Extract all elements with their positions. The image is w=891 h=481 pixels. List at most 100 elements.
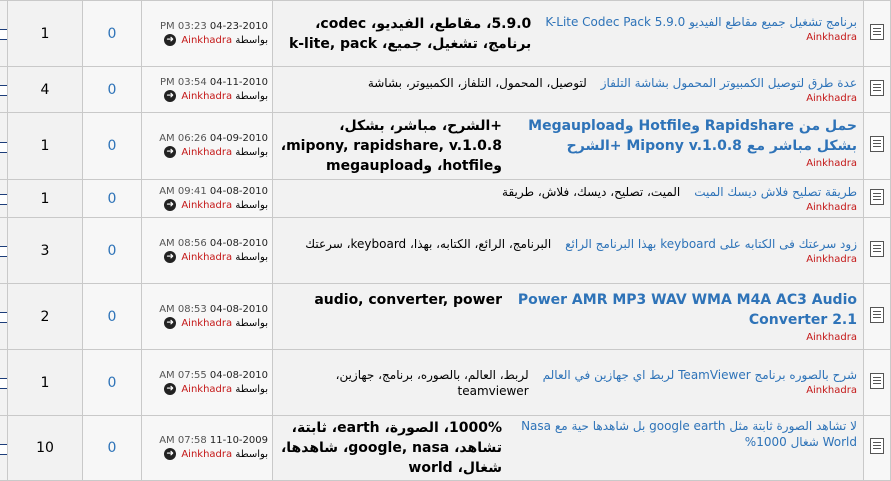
thread-icon-cell — [863, 217, 891, 284]
select-cell — [0, 349, 8, 416]
last-post-user-link[interactable]: Ainkhadra — [181, 318, 232, 329]
thread-select-checkbox[interactable] — [0, 312, 7, 323]
last-post-author: بواسطة Ainkhadra ➜ — [146, 382, 268, 397]
last-post-user-link[interactable]: Ainkhadra — [181, 384, 232, 395]
thread-title-link[interactable]: برنامج تشغيل جميع مقاطع الفيديو K-Lite C… — [545, 14, 857, 30]
views-count: 1 — [7, 179, 83, 218]
last-post-datetime: 04-08-2010 AM 08:56 — [159, 237, 268, 249]
last-post-user-link[interactable]: Ainkhadra — [181, 35, 232, 46]
document-icon — [870, 79, 884, 96]
thread-author[interactable]: Ainkhadra — [565, 253, 857, 266]
thread-row: 2 0 04-08-2010 AM 08:53 بواسطة Ainkhadra… — [0, 283, 891, 350]
last-post-datetime: 04-08-2010 AM 07:55 — [159, 369, 268, 381]
last-post-datetime: 04-09-2010 AM 06:26 — [159, 133, 268, 144]
thread-title-link[interactable]: شرح بالصوره برنامج TeamViewer لربط اي جه… — [543, 367, 857, 383]
thread-author[interactable]: Ainkhadra — [694, 201, 857, 214]
thread-select-checkbox[interactable] — [0, 246, 7, 257]
thread-icon-cell — [863, 283, 891, 350]
views-count: 3 — [7, 217, 83, 284]
views-count: 1 — [7, 0, 83, 67]
thread-tags: الميت، تصليح، ديسك، فلاش، طريقة — [502, 184, 681, 199]
thread-author[interactable]: Ainkhadra — [545, 31, 857, 44]
go-to-last-post-icon[interactable]: ➜ — [164, 250, 177, 263]
thread-tags: 1000%، الصورة، earth، ثابتة، تشاهد، goog… — [280, 420, 502, 476]
thread-row: 1 0 04-08-2010 AM 07:55 بواسطة Ainkhadra… — [0, 349, 891, 416]
go-to-last-post-icon[interactable]: ➜ — [164, 382, 177, 395]
replies-count[interactable]: 0 — [82, 112, 142, 180]
thread-main-cell: حمل من Rapidshare وHotfile وMegaupload ب… — [272, 112, 864, 180]
views-count: 2 — [7, 283, 83, 350]
thread-title-link[interactable]: لا تشاهد الصورة ثابتة مثل google earth ب… — [516, 418, 857, 450]
last-post-author: بواسطة Ainkhadra ➜ — [146, 448, 268, 462]
go-to-last-post-icon[interactable]: ➜ — [164, 198, 177, 211]
last-post-user-link[interactable]: Ainkhadra — [181, 252, 232, 263]
select-cell — [0, 66, 8, 113]
thread-author[interactable]: Ainkhadra — [516, 157, 857, 170]
views-count: 1 — [7, 349, 83, 416]
thread-select-checkbox[interactable] — [0, 29, 7, 40]
last-post-user-link[interactable]: Ainkhadra — [181, 200, 232, 211]
last-post-cell: 11-10-2009 AM 07:58 بواسطة Ainkhadra ➜ — [141, 415, 273, 481]
select-cell — [0, 0, 8, 67]
thread-main-cell: زود سرعتك فى الكتابه على keyboard بهذا ا… — [272, 217, 864, 284]
thread-row: 1 0 04-09-2010 AM 06:26 بواسطة Ainkhadra… — [0, 112, 891, 180]
last-post-cell: 04-23-2010 PM 03:23 بواسطة Ainkhadra ➜ — [141, 0, 273, 67]
go-to-last-post-icon[interactable]: ➜ — [164, 89, 177, 102]
document-icon — [870, 136, 884, 152]
views-count: 4 — [7, 66, 83, 113]
last-post-cell: 04-08-2010 AM 08:53 بواسطة Ainkhadra ➜ — [141, 283, 273, 350]
views-count: 1 — [7, 112, 83, 180]
thread-title-link[interactable]: زود سرعتك فى الكتابه على keyboard بهذا ا… — [565, 236, 857, 252]
thread-select-checkbox[interactable] — [0, 378, 7, 389]
thread-select-checkbox[interactable] — [0, 194, 7, 205]
last-post-author: بواسطة Ainkhadra ➜ — [146, 316, 268, 331]
thread-title-link[interactable]: عدة طرق لتوصيل الكمبيوتر المحمول بشاشة ا… — [601, 75, 857, 91]
last-post-user-link[interactable]: Ainkhadra — [181, 91, 232, 102]
thread-main-cell: عدة طرق لتوصيل الكمبيوتر المحمول بشاشة ا… — [272, 66, 864, 113]
replies-count[interactable]: 0 — [82, 179, 142, 218]
go-to-last-post-icon[interactable]: ➜ — [164, 448, 177, 460]
thread-icon-cell — [863, 112, 891, 180]
thread-author[interactable]: Ainkhadra — [516, 331, 857, 344]
thread-title-link[interactable]: Power AMR MP3 WAV WMA M4A AC3 Audio Conv… — [516, 290, 857, 330]
thread-title-link[interactable]: طريقة تصليح فلاش ديسك الميت — [694, 184, 857, 200]
thread-author[interactable]: Ainkhadra — [601, 92, 857, 105]
replies-count[interactable]: 0 — [82, 283, 142, 350]
last-post-datetime: 11-10-2009 AM 07:58 — [159, 435, 268, 446]
thread-icon-cell — [863, 349, 891, 416]
thread-icon-cell — [863, 179, 891, 218]
select-cell — [0, 179, 8, 218]
replies-count[interactable]: 0 — [82, 217, 142, 284]
last-post-author: بواسطة Ainkhadra ➜ — [146, 33, 268, 48]
last-post-user-link[interactable]: Ainkhadra — [181, 147, 232, 158]
last-post-author: بواسطة Ainkhadra ➜ — [146, 89, 268, 104]
thread-tags: لربط، العالم، بالصوره، برنامج، جهازين، t… — [335, 367, 529, 398]
thread-select-checkbox[interactable] — [0, 85, 7, 96]
thread-table: 1 0 04-23-2010 PM 03:23 بواسطة Ainkhadra… — [0, 0, 891, 481]
document-icon — [870, 23, 884, 40]
document-icon — [870, 240, 884, 257]
select-cell — [0, 283, 8, 350]
thread-tags: لتوصيل، المحمول، التلفاز، الكمبيوتر، بشا… — [367, 75, 587, 90]
go-to-last-post-icon[interactable]: ➜ — [164, 146, 177, 158]
thread-title-link[interactable]: حمل من Rapidshare وHotfile وMegaupload ب… — [516, 116, 857, 156]
thread-select-checkbox[interactable] — [0, 141, 7, 153]
replies-count[interactable]: 0 — [82, 0, 142, 67]
thread-tags: البرنامج، الرائع، الكتابه، بهذا، keyboar… — [305, 236, 552, 251]
thread-select-checkbox[interactable] — [0, 443, 7, 455]
thread-main-cell: Power AMR MP3 WAV WMA M4A AC3 Audio Conv… — [272, 283, 864, 350]
thread-main-cell: لا تشاهد الصورة ثابتة مثل google earth ب… — [272, 415, 864, 481]
thread-main-cell: شرح بالصوره برنامج TeamViewer لربط اي جه… — [272, 349, 864, 416]
thread-author[interactable]: Ainkhadra — [543, 384, 857, 397]
last-post-author: بواسطة Ainkhadra ➜ — [146, 250, 268, 265]
thread-icon-cell — [863, 415, 891, 481]
last-post-cell: 04-09-2010 AM 06:26 بواسطة Ainkhadra ➜ — [141, 112, 273, 180]
go-to-last-post-icon[interactable]: ➜ — [164, 316, 177, 329]
replies-count[interactable]: 0 — [82, 66, 142, 113]
thread-row: 10 0 11-10-2009 AM 07:58 بواسطة Ainkhadr… — [0, 415, 891, 481]
last-post-user-link[interactable]: Ainkhadra — [181, 449, 232, 460]
last-post-cell: 04-08-2010 AM 07:55 بواسطة Ainkhadra ➜ — [141, 349, 273, 416]
go-to-last-post-icon[interactable]: ➜ — [164, 33, 177, 46]
replies-count[interactable]: 0 — [82, 349, 142, 416]
replies-count[interactable]: 0 — [82, 415, 142, 481]
